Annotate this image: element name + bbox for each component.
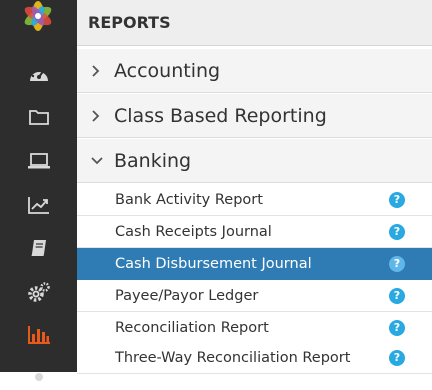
report-label: Cash Receipts Journal <box>115 223 272 240</box>
app-logo-icon[interactable] <box>18 0 58 36</box>
settings-gears-icon[interactable] <box>22 277 56 307</box>
help-icon[interactable]: ? <box>389 223 405 240</box>
bar-chart-icon[interactable] <box>22 320 56 350</box>
panel-header: REPORTS <box>77 0 432 46</box>
chevron-right-icon <box>91 64 109 77</box>
report-payee-payor-ledger[interactable]: Payee/Payor Ledger ? <box>77 280 432 312</box>
reports-panel: REPORTS Accounting Class Based Reporting… <box>77 0 432 374</box>
book-icon[interactable] <box>22 233 56 263</box>
report-cash-disbursement-journal[interactable]: Cash Disbursement Journal ? <box>77 248 432 280</box>
dashboard-gauge-icon[interactable] <box>22 59 56 89</box>
report-cash-receipts-journal[interactable]: Cash Receipts Journal ? <box>77 216 432 248</box>
section-class-based-reporting[interactable]: Class Based Reporting <box>77 94 432 138</box>
section-accounting[interactable]: Accounting <box>77 49 432 93</box>
help-icon[interactable]: ? <box>389 191 405 208</box>
section-banking[interactable]: Banking <box>77 139 432 183</box>
report-label: Cash Disbursement Journal <box>115 255 312 272</box>
laptop-icon[interactable] <box>22 146 56 176</box>
section-label: Banking <box>114 149 192 172</box>
chevron-down-icon <box>91 156 109 166</box>
report-label: Three-Way Reconciliation Report <box>115 349 351 366</box>
report-label: Payee/Payor Ledger <box>115 287 259 304</box>
report-label: Reconciliation Report <box>115 319 269 336</box>
help-icon[interactable]: ? <box>389 349 405 366</box>
section-label: Class Based Reporting <box>114 104 327 127</box>
section-label: Accounting <box>114 59 221 82</box>
report-label: Bank Activity Report <box>115 191 263 208</box>
help-icon[interactable]: ? <box>389 287 405 304</box>
help-icon[interactable]: ? <box>389 319 405 336</box>
folder-icon[interactable] <box>22 102 56 132</box>
icon-sidebar <box>0 0 77 381</box>
report-reconciliation[interactable]: Reconciliation Report ? <box>77 312 432 344</box>
chevron-right-icon <box>91 109 109 122</box>
page-title: REPORTS <box>88 13 171 32</box>
report-three-way-reconciliation[interactable]: Three-Way Reconciliation Report ? <box>77 342 432 374</box>
user-icon[interactable] <box>22 360 56 390</box>
help-icon[interactable]: ? <box>389 255 405 272</box>
trending-chart-icon[interactable] <box>22 190 56 220</box>
report-bank-activity[interactable]: Bank Activity Report ? <box>77 184 432 216</box>
